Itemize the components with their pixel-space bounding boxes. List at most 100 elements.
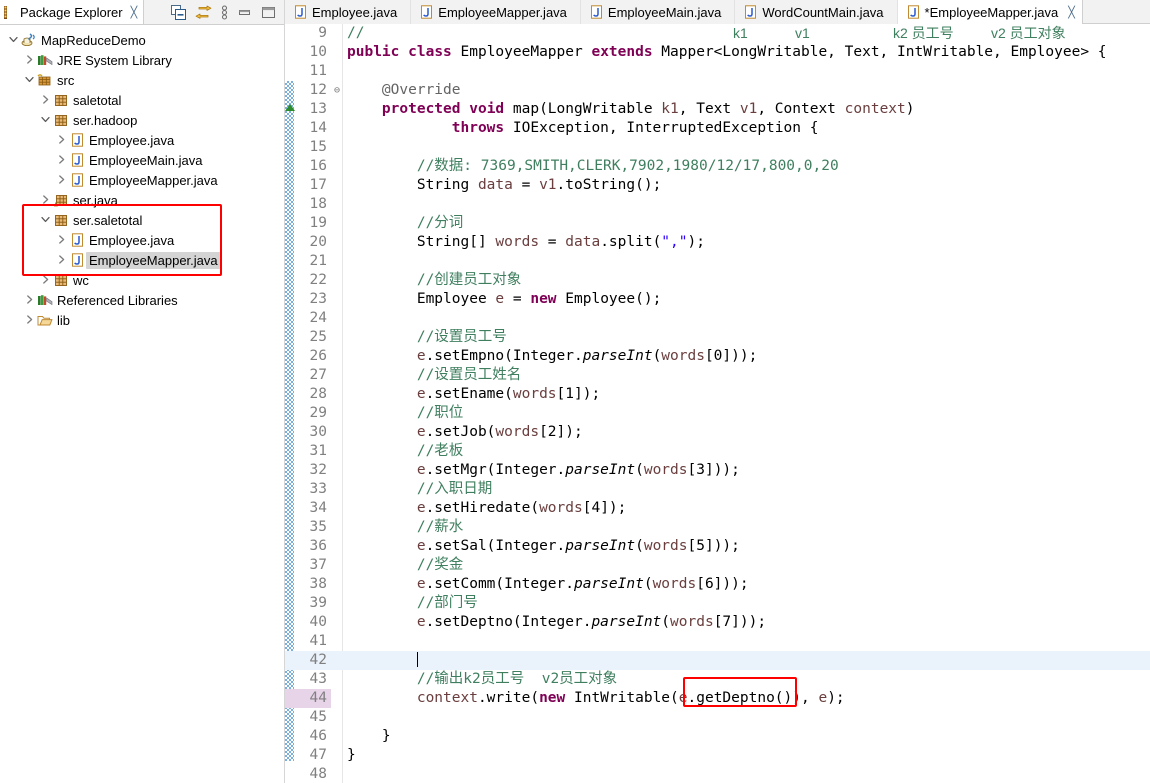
- code-line[interactable]: 12 ⊖ @Override: [285, 81, 1150, 100]
- code-line[interactable]: 32 e.setMgr(Integer.parseInt(words[3]));: [285, 461, 1150, 480]
- chevron-right-icon[interactable]: [54, 170, 68, 190]
- editor-tab-employeemain-java[interactable]: EmployeeMain.java: [580, 0, 736, 24]
- code-line[interactable]: 43 //输出k2员工号 v2员工对象: [285, 670, 1150, 689]
- line-number: 29: [309, 405, 327, 421]
- line-number: 26: [309, 348, 327, 364]
- code-text: protected void map(LongWritable k1, Text…: [381, 101, 915, 117]
- code-line[interactable]: 9 // k1 v1 k2 员工号 v2 员工对象: [285, 24, 1150, 43]
- code-line[interactable]: 30 e.setJob(words[2]);: [285, 423, 1150, 442]
- editor-tab--employeemapper-java[interactable]: *EmployeeMapper.java ╳: [897, 0, 1083, 24]
- code-line[interactable]: 19 //分词: [285, 214, 1150, 233]
- code-line[interactable]: 11: [285, 62, 1150, 81]
- code-line[interactable]: 24: [285, 309, 1150, 328]
- chevron-right-icon[interactable]: [54, 230, 68, 250]
- code-line[interactable]: 34 e.setHiredate(words[4]);: [285, 499, 1150, 518]
- chevron-down-icon[interactable]: [38, 110, 52, 130]
- code-line[interactable]: 13 protected void map(LongWritable k1, T…: [285, 100, 1150, 119]
- code-line[interactable]: 42: [285, 651, 1150, 670]
- code-text: //数据: 7369,SMITH,CLERK,7902,1980/12/17,8…: [347, 158, 839, 174]
- tree-item-src[interactable]: src: [0, 70, 284, 90]
- code-line[interactable]: 39 //部门号: [285, 594, 1150, 613]
- view-menu-icon[interactable]: [221, 4, 228, 20]
- tree-item-ser-hadoop[interactable]: ser.hadoop: [0, 110, 284, 130]
- code-line[interactable]: 48: [285, 765, 1150, 783]
- collapse-all-icon[interactable]: [171, 4, 186, 20]
- editor-tab-wordcountmain-java[interactable]: WordCountMain.java: [735, 0, 898, 24]
- chevron-right-icon[interactable]: [54, 130, 68, 150]
- code-line[interactable]: 10 public class EmployeeMapper extends Ma…: [285, 43, 1150, 62]
- tree-item-employeemapper-java[interactable]: EmployeeMapper.java: [0, 250, 284, 270]
- tree-item-lib[interactable]: lib: [0, 310, 284, 330]
- chevron-right-icon[interactable]: [38, 90, 52, 110]
- tree-item-employeemain-java[interactable]: EmployeeMain.java: [0, 150, 284, 170]
- code-line[interactable]: 36 e.setSal(Integer.parseInt(words[5]));: [285, 537, 1150, 556]
- tree-item-employee-java[interactable]: Employee.java: [0, 130, 284, 150]
- code-line[interactable]: 31 //老板: [285, 442, 1150, 461]
- code-line[interactable]: 38 e.setComm(Integer.parseInt(words[6]))…: [285, 575, 1150, 594]
- tree-item-wc[interactable]: wc: [0, 270, 284, 290]
- code-text: //入职日期: [347, 481, 493, 497]
- code-line[interactable]: 16 //数据: 7369,SMITH,CLERK,7902,1980/12/1…: [285, 157, 1150, 176]
- chevron-right-icon[interactable]: [22, 310, 36, 330]
- tree-item-ser-java[interactable]: ser.java: [0, 190, 284, 210]
- code-line[interactable]: 21: [285, 252, 1150, 271]
- code-line[interactable]: 29 //职位: [285, 404, 1150, 423]
- code-line[interactable]: 17 String data = v1.toString();: [285, 176, 1150, 195]
- code-line[interactable]: 23 Employee e = new Employee();: [285, 290, 1150, 309]
- code-text: Employee e = new Employee();: [347, 291, 662, 307]
- code-line[interactable]: 26 e.setEmpno(Integer.parseInt(words[0])…: [285, 347, 1150, 366]
- chevron-right-icon[interactable]: [22, 290, 36, 310]
- chevron-right-icon[interactable]: [38, 190, 52, 210]
- code-line[interactable]: 28 e.setEname(words[1]);: [285, 385, 1150, 404]
- tree-item-employee-java[interactable]: Employee.java: [0, 230, 284, 250]
- close-icon[interactable]: ╳: [131, 6, 138, 19]
- tree-item-mapreducedemo[interactable]: MapReduceDemo: [0, 30, 284, 50]
- chevron-down-icon[interactable]: [38, 210, 52, 230]
- tree-item-saletotal[interactable]: saletotal: [0, 90, 284, 110]
- tree-item-referenced-libraries[interactable]: Referenced Libraries: [0, 290, 284, 310]
- chevron-down-icon[interactable]: [6, 30, 20, 50]
- code-line[interactable]: 20 String[] words = data.split(",");: [285, 233, 1150, 252]
- editor-tab-employee-java[interactable]: Employee.java: [285, 0, 412, 24]
- line-number: 30: [309, 424, 327, 440]
- chevron-right-icon[interactable]: [38, 270, 52, 290]
- line-number: 39: [309, 595, 327, 611]
- code-line[interactable]: 37 //奖金: [285, 556, 1150, 575]
- code-line[interactable]: 22 //创建员工对象: [285, 271, 1150, 290]
- code-line[interactable]: 44 context.write(new IntWritable(e.getDe…: [285, 689, 1150, 708]
- code-line[interactable]: 33 //入职日期: [285, 480, 1150, 499]
- chevron-right-icon[interactable]: [22, 50, 36, 70]
- chevron-right-icon[interactable]: [54, 250, 68, 270]
- code-line[interactable]: 18: [285, 195, 1150, 214]
- line-number: 13: [309, 101, 327, 117]
- tree-item-jre-system-library[interactable]: JRE System Library: [0, 50, 284, 70]
- line-number: 34: [309, 500, 327, 516]
- line-number: 48: [309, 766, 327, 782]
- minimize-icon[interactable]: [237, 5, 252, 20]
- tree-item-ser-saletotal[interactable]: ser.saletotal: [0, 210, 284, 230]
- code-line[interactable]: 40 e.setDeptno(Integer.parseInt(words[7]…: [285, 613, 1150, 632]
- chevron-right-icon[interactable]: [54, 150, 68, 170]
- code-line[interactable]: 25 //设置员工号: [285, 328, 1150, 347]
- line-number: 46: [309, 728, 327, 744]
- code-line[interactable]: 35 //薪水: [285, 518, 1150, 537]
- chevron-down-icon[interactable]: [22, 70, 36, 90]
- code-viewport[interactable]: 9 // k1 v1 k2 员工号 v2 员工对象 10 public class Emplo…: [285, 24, 1150, 783]
- code-line[interactable]: 45: [285, 708, 1150, 727]
- fold-collapse-icon[interactable]: ⊖: [331, 81, 343, 100]
- code-line[interactable]: 46 }: [285, 727, 1150, 746]
- code-line[interactable]: 41: [285, 632, 1150, 651]
- maximize-icon[interactable]: [261, 5, 276, 20]
- code-line[interactable]: 27 //设置员工姓名: [285, 366, 1150, 385]
- link-with-editor-icon[interactable]: [195, 5, 212, 20]
- package-warning-icon: [52, 194, 70, 207]
- code-text: //设置员工号: [347, 329, 507, 345]
- tree-item-label: MapReduceDemo: [41, 32, 146, 48]
- code-line[interactable]: 14 throws IOException, InterruptedExcept…: [285, 119, 1150, 138]
- editor-tab-employeemapper-java[interactable]: EmployeeMapper.java: [411, 0, 581, 24]
- close-icon[interactable]: ╳: [1068, 6, 1075, 19]
- code-line[interactable]: 47}: [285, 746, 1150, 765]
- tab-package-explorer[interactable]: Package Explorer ╳: [0, 0, 145, 24]
- tree-item-employeemapper-java[interactable]: EmployeeMapper.java: [0, 170, 284, 190]
- code-line[interactable]: 15: [285, 138, 1150, 157]
